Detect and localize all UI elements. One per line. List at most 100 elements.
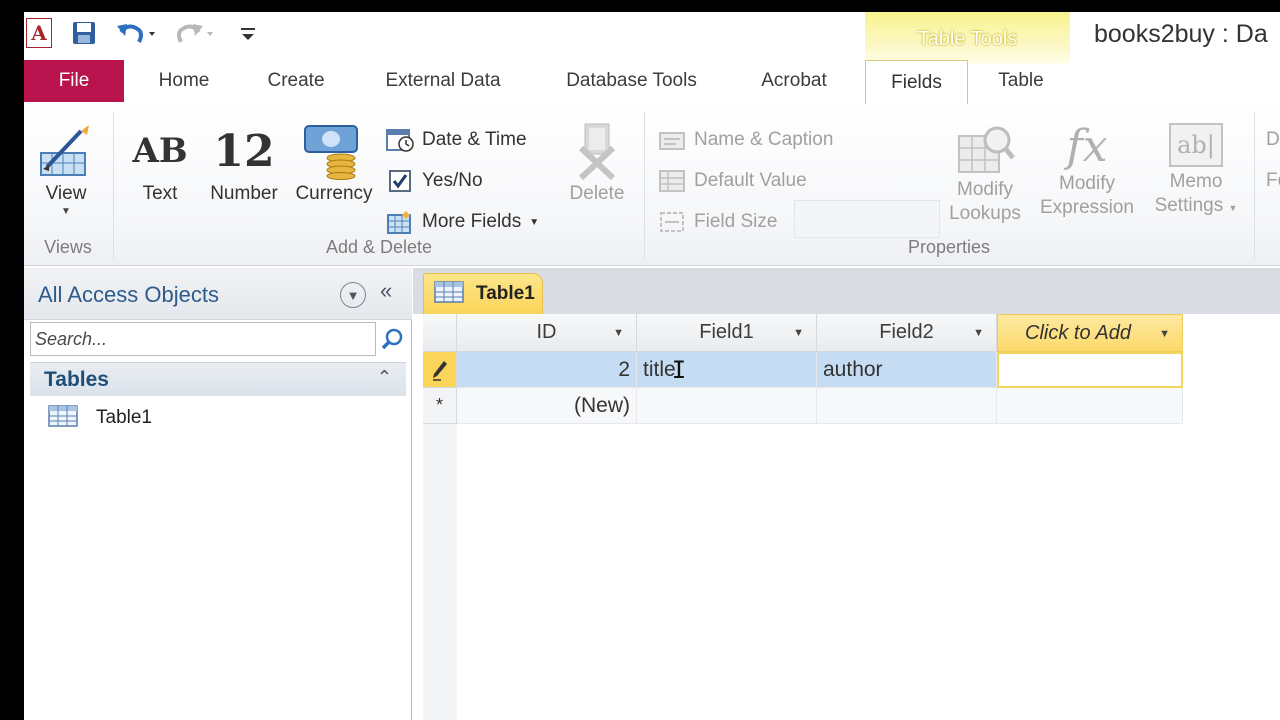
nav-pane-header[interactable]: All Access Objects ▼ «	[24, 268, 412, 320]
table-icon	[48, 404, 78, 433]
search-icon[interactable]	[378, 322, 408, 356]
save-icon[interactable]	[70, 18, 98, 48]
select-all-corner[interactable]	[423, 314, 457, 352]
text-cursor-icon: I	[671, 355, 687, 384]
yes-no-label: Yes/No	[422, 170, 483, 191]
nav-item-label: Table1	[96, 407, 152, 428]
tab-external-data[interactable]: External Data	[369, 60, 517, 102]
new-record-selector[interactable]: *	[423, 388, 457, 424]
tab-fields[interactable]: Fields	[865, 60, 968, 104]
field-size-label: Field Size	[694, 211, 778, 232]
number-field-label: Number	[210, 183, 278, 204]
record-selector-editing[interactable]	[423, 352, 457, 388]
currency-field-button[interactable]: Currency	[290, 120, 378, 220]
nav-menu-dropdown-icon[interactable]: ▼	[340, 282, 366, 308]
memo-settings-button[interactable]: ab| Memo Settings ▼	[1146, 120, 1246, 220]
more-fields-dropdown-icon: ▼	[529, 216, 540, 228]
window-title: books2buy : Da	[1094, 20, 1268, 48]
column-dropdown-icon[interactable]: ▼	[973, 327, 984, 339]
default-value-label: Default Value	[694, 170, 807, 191]
group-label-properties: Properties	[907, 237, 991, 257]
memo-icon-glyph: ab|	[1169, 123, 1223, 167]
view-dropdown-icon: ▼	[61, 206, 71, 217]
number-field-button[interactable]: 12 Number	[202, 120, 286, 220]
document-tab-strip	[413, 268, 1280, 314]
customize-qa-icon[interactable]	[236, 18, 260, 48]
group-separator	[1254, 112, 1255, 260]
tab-acrobat[interactable]: Acrobat	[744, 60, 844, 102]
more-fields-button[interactable]: More Fields ▼	[386, 204, 539, 240]
column-header-id[interactable]: ID ▼	[457, 314, 637, 352]
more-fields-label: More Fields	[422, 211, 522, 232]
column-dropdown-icon[interactable]: ▼	[793, 327, 804, 339]
undo-icon[interactable]	[114, 18, 160, 48]
yes-no-button[interactable]: Yes/No	[386, 163, 483, 199]
column-header-field1[interactable]: Field1 ▼	[637, 314, 817, 352]
cutoff-ribbon-item-2: Fo	[1266, 170, 1280, 191]
currency-icon	[303, 120, 365, 182]
name-caption-button[interactable]: Name & Caption	[658, 122, 833, 158]
new-record-add-cell[interactable]	[997, 388, 1183, 424]
table-cell-id[interactable]: 2	[457, 352, 637, 388]
tab-database-tools[interactable]: Database Tools	[549, 60, 714, 102]
tab-table[interactable]: Table	[976, 60, 1066, 102]
nav-item-table1[interactable]: Table1	[48, 402, 152, 434]
date-time-label: Date & Time	[422, 129, 527, 150]
column-dropdown-icon[interactable]: ▼	[613, 327, 624, 339]
table-tools-contextual-tab: Table Tools	[865, 12, 1070, 64]
table-cell-click-to-add[interactable]	[997, 352, 1183, 388]
field-size-icon	[658, 208, 686, 236]
memo-settings-icon: ab|	[1169, 120, 1223, 170]
nav-pane-title[interactable]: All Access Objects	[38, 282, 219, 308]
new-record-field1-cell[interactable]	[637, 388, 817, 424]
tab-home[interactable]: Home	[139, 60, 229, 102]
search-input[interactable]	[30, 322, 376, 356]
default-value-button[interactable]: Default Value	[658, 163, 807, 199]
column-header-label: Field2	[879, 321, 934, 343]
tab-file[interactable]: File	[24, 60, 124, 102]
view-button[interactable]: View ▼	[32, 120, 100, 220]
text-field-label: Text	[142, 183, 178, 204]
view-design-icon	[37, 120, 95, 182]
number-field-icon: 12	[213, 125, 275, 177]
tables-group-header[interactable]: Tables ⌃	[30, 362, 406, 396]
table-cell-field1[interactable]: title I	[637, 352, 817, 388]
default-value-icon	[658, 167, 686, 195]
column-header-label: Field1	[699, 321, 754, 343]
navigation-pane: All Access Objects ▼ « Tables ⌃ Table1	[24, 268, 412, 720]
redo-icon	[172, 18, 218, 48]
modify-lookups-button[interactable]: Modify Lookups	[944, 120, 1026, 224]
group-label-views: Views	[44, 237, 92, 257]
modify-expression-button[interactable]: fx Modify Expression	[1034, 120, 1140, 220]
name-caption-icon	[658, 126, 686, 154]
date-time-button[interactable]: Date & Time	[386, 122, 527, 158]
modify-lookups-icon	[955, 120, 1015, 178]
cutoff-ribbon-item-1: D	[1266, 129, 1280, 150]
modify-lookups-label-2: Lookups	[949, 203, 1021, 224]
table-cell-field2[interactable]: author	[817, 352, 997, 388]
new-record-id-cell[interactable]: (New)	[457, 388, 637, 424]
shutter-bar-collapse-icon[interactable]: «	[380, 278, 392, 304]
document-tab-table1[interactable]: Table1	[423, 273, 543, 314]
fx-icon: fx	[1066, 120, 1108, 172]
delete-column-icon	[575, 120, 619, 182]
modify-lookups-label-1: Modify	[957, 179, 1013, 200]
document-tab-label: Table1	[476, 283, 535, 304]
delete-field-button[interactable]: Delete	[560, 120, 634, 220]
click-to-add-header[interactable]: Click to Add ▼	[997, 314, 1183, 352]
column-header-field2[interactable]: Field2 ▼	[817, 314, 997, 352]
text-field-button[interactable]: AB Text	[124, 120, 196, 220]
column-dropdown-icon[interactable]: ▼	[1159, 328, 1170, 340]
column-header-label: ID	[536, 321, 557, 343]
field-size-input[interactable]	[794, 200, 940, 238]
new-record-field2-cell[interactable]	[817, 388, 997, 424]
group-label-add-delete: Add & Delete	[325, 237, 433, 257]
collapse-group-icon[interactable]: ⌃	[377, 367, 392, 388]
document-area: Table1 ID ▼ Field1 ▼ Field2 ▼ Click to A…	[413, 268, 1280, 720]
name-caption-label: Name & Caption	[694, 129, 834, 150]
access-logo[interactable]: A	[26, 18, 52, 48]
table-icon	[434, 280, 464, 309]
tables-group-label: Tables	[44, 368, 109, 391]
tab-create[interactable]: Create	[249, 60, 343, 102]
pencil-icon	[432, 360, 447, 381]
